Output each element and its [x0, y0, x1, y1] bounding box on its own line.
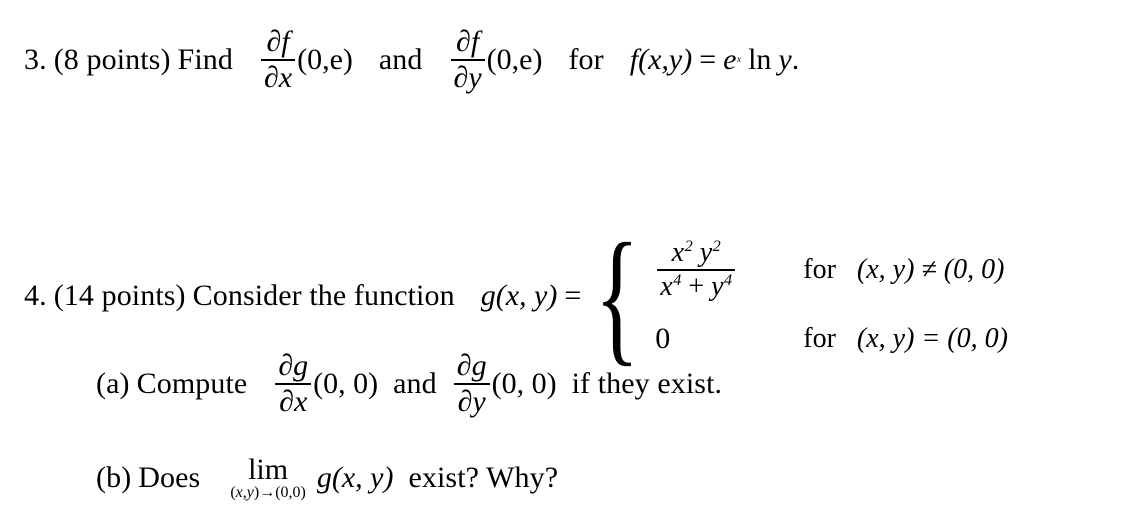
question-4-verb: Consider the function: [192, 279, 455, 313]
question-3-conjunction: and: [378, 43, 423, 77]
part-a-derivative-1-point: (0, 0): [313, 367, 379, 401]
partial-y-denominator: ∂y: [457, 384, 486, 418]
question-4-number: 4.: [24, 279, 47, 313]
condition-prefix: for: [803, 254, 836, 286]
part-a-conjunction: and: [393, 367, 437, 401]
limit-subscript-target: (0,0): [275, 483, 306, 501]
partial-f-numerator: ∂f: [456, 25, 480, 58]
numerator-term-x: x: [671, 237, 685, 268]
numerator-term-x-exponent: 2: [684, 236, 693, 255]
partial-f-partial-y-fraction: ∂f ∂y: [450, 25, 485, 94]
natural-log-operator: ln: [748, 43, 772, 77]
rational-expression-fraction: x2 y2 x4 + y4: [657, 236, 736, 302]
part-b-label: (b): [96, 461, 132, 495]
numerator-term-y: y: [699, 237, 713, 268]
piecewise-case-1-condition: for (x, y) ≠ (0, 0): [803, 256, 1004, 284]
part-b-verb: Does: [138, 461, 201, 495]
numerator-term-y-exponent: 2: [712, 236, 721, 255]
piecewise-brace: {: [594, 212, 640, 379]
partial-f-numerator: ∂f: [266, 25, 290, 58]
fraction-denominator: x4 + y4: [657, 270, 735, 302]
function-g-args: (x, y): [495, 279, 558, 313]
part-a-derivative-2-point: (0, 0): [491, 367, 557, 401]
question-3-line: 3. (8 points) Find ∂f ∂x (0,e) and ∂f ∂y…: [24, 25, 800, 94]
question-3-number: 3.: [24, 43, 47, 77]
partial-x-denominator: ∂x: [279, 384, 308, 418]
partial-y-denominator: ∂y: [453, 60, 482, 94]
derivative-1-point: (0,e): [297, 43, 353, 77]
part-a-verb: Compute: [136, 367, 248, 401]
partial-g-numerator: ∂g: [278, 349, 309, 382]
fraction-numerator: x2 y2: [669, 236, 724, 268]
limit-subscript-variables: x,y: [235, 483, 254, 501]
part-a-label: (a): [96, 367, 130, 401]
denominator-plus-operator: +: [688, 270, 705, 302]
denominator-term-y: y: [711, 270, 724, 302]
limit-function-expression: g(x, y): [316, 461, 394, 495]
limit-subscript: (x,y)→(0,0): [230, 483, 306, 502]
question-4-points: (14 points): [53, 279, 186, 313]
piecewise-definition: { x2 y2 x4 + y4 for (x, y) ≠ (0, 0) 0 fo…: [581, 212, 1008, 379]
partial-x-denominator: ∂x: [263, 60, 293, 94]
partial-g-numerator: ∂g: [456, 349, 487, 382]
limit-arrow-icon: →: [259, 483, 276, 501]
function-g-name: g: [480, 279, 496, 313]
partial-g-partial-y-fraction: ∂g ∂y: [453, 349, 490, 418]
question-3-verb: Find: [177, 43, 233, 77]
piecewise-case-1-value: x2 y2 x4 + y4: [655, 236, 803, 302]
question-4-line: 4. (14 points) Consider the function g (…: [24, 212, 1008, 379]
denominator-term-y-exponent: 4: [724, 270, 733, 289]
denominator-term-x: x: [660, 270, 673, 302]
question-4-part-b-line: (b) Does lim (x,y)→(0,0) g(x, y) exist? …: [96, 453, 559, 502]
part-b-tail-text: exist? Why?: [408, 461, 559, 495]
equals-sign: =: [564, 279, 582, 313]
denominator-term-x-exponent: 4: [673, 270, 682, 289]
condition-expression: (x, y) = (0, 0): [856, 323, 1008, 355]
limit-operator: lim: [248, 453, 289, 486]
natural-log-argument: y: [778, 43, 792, 77]
question-3-points: (8 points): [53, 43, 171, 77]
function-f-args: (x,y): [638, 43, 693, 77]
partial-g-partial-x-fraction: ∂g ∂x: [275, 349, 312, 418]
question-3-for-label: for: [568, 43, 604, 77]
condition-expression: (x, y) ≠ (0, 0): [856, 254, 1005, 286]
piecewise-case-2-condition: for (x, y) = (0, 0): [803, 325, 1008, 353]
derivative-2-point: (0,e): [486, 43, 543, 77]
function-f-name: f: [629, 43, 639, 77]
partial-f-partial-x-fraction: ∂f ∂x: [260, 25, 296, 94]
part-a-tail-text: if they exist.: [571, 367, 723, 401]
condition-prefix: for: [803, 323, 836, 355]
document-page: 3. (8 points) Find ∂f ∂x (0,e) and ∂f ∂y…: [0, 0, 1144, 526]
sentence-period: .: [791, 43, 800, 77]
question-4-part-a-line: (a) Compute ∂g ∂x (0, 0) and ∂g ∂y (0, 0…: [96, 349, 723, 418]
equals-sign: =: [699, 43, 717, 77]
limit-expression: lim (x,y)→(0,0): [230, 453, 306, 502]
piecewise-rows: x2 y2 x4 + y4 for (x, y) ≠ (0, 0) 0 for …: [655, 236, 1008, 354]
exponential-base: e: [723, 43, 737, 77]
piecewise-case-1: x2 y2 x4 + y4 for (x, y) ≠ (0, 0): [655, 236, 1008, 302]
